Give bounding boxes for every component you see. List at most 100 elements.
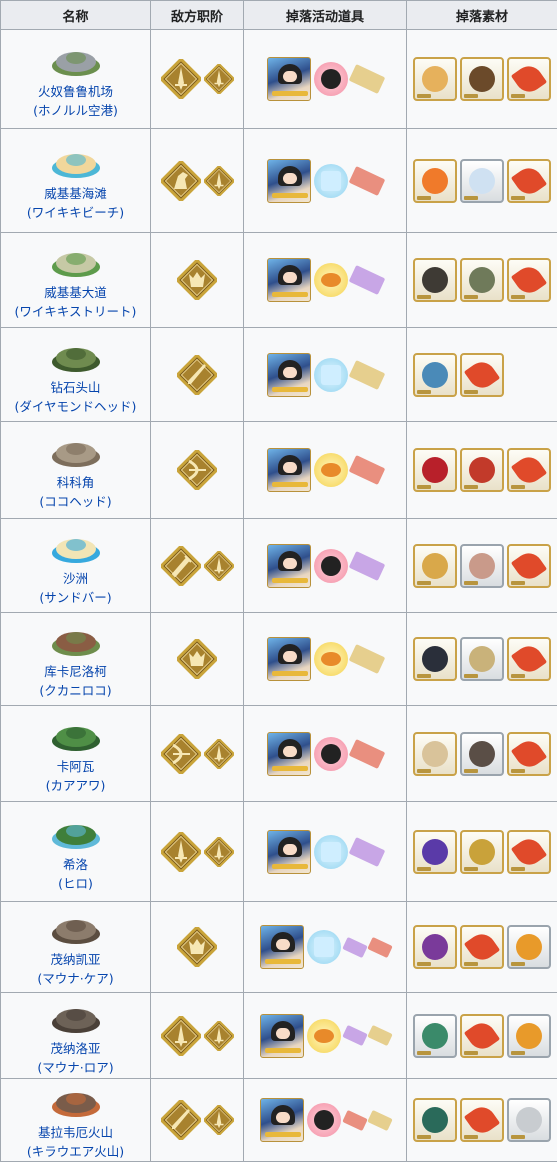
shell-material-icon[interactable] (460, 543, 504, 588)
horn-material-icon[interactable] (413, 57, 457, 101)
location-jp-name[interactable]: (ホノルル空港) (1, 101, 150, 120)
location-name[interactable]: 茂纳凯亚 (1, 950, 150, 969)
location-name[interactable]: 钻石头山 (1, 378, 150, 397)
feather-material-icon[interactable] (460, 925, 504, 969)
ticket-purple-icon (348, 550, 386, 581)
header-name[interactable]: 名称 (0, 0, 151, 30)
location-jp-name[interactable]: (ワイキキストリート) (1, 302, 150, 321)
feather-material-icon[interactable] (507, 258, 551, 302)
location-jp-name[interactable]: (ココヘッド) (1, 492, 150, 511)
location-name[interactable]: 威基基海滩 (1, 184, 150, 203)
materials-cell (406, 992, 557, 1079)
ticket-purple-icon (341, 936, 368, 958)
event-card-icon (267, 637, 311, 681)
location-cell: 威基基海滩 (ワイキキビーチ) (0, 128, 151, 233)
table-row: 沙洲 (サンドバー) (0, 518, 557, 613)
location-name[interactable]: 科科角 (1, 473, 150, 492)
location-cell: 威基基大道 (ワイキキストリート) (0, 232, 151, 328)
scroll-material-icon[interactable] (460, 57, 504, 101)
fang-material-icon[interactable] (460, 448, 504, 492)
materials-cell (406, 612, 557, 706)
location-name[interactable]: 卡阿瓦 (1, 757, 150, 776)
table-row: 茂纳凯亚 (マウナ·ケア) (0, 901, 557, 993)
location-name[interactable]: 茂纳洛亚 (1, 1039, 150, 1058)
ticket-purple-icon (348, 265, 386, 295)
gear-material-icon[interactable] (460, 637, 504, 681)
location-jp-name[interactable]: (マウナ·ロア) (1, 1058, 150, 1077)
feather-material-icon[interactable] (507, 543, 551, 588)
location-name[interactable]: 库卡尼洛柯 (1, 662, 150, 681)
disk-material-icon[interactable] (460, 258, 504, 302)
items-cell (243, 612, 407, 706)
event-card-icon (267, 731, 311, 776)
ticket-red-icon (366, 936, 393, 958)
table-row: 茂纳洛亚 (マウナ·ロア) (0, 992, 557, 1079)
feather-material-icon[interactable] (507, 731, 551, 776)
feather-material-icon[interactable] (507, 637, 551, 681)
heart-material-icon[interactable] (413, 829, 457, 874)
feather-material-icon[interactable] (460, 352, 504, 397)
feather-material-icon[interactable] (507, 57, 551, 101)
location-name[interactable]: 基拉韦厄火山 (1, 1123, 150, 1142)
blood-material-icon[interactable] (413, 448, 457, 492)
location-jp-name[interactable]: (カアアワ) (1, 776, 150, 795)
location-jp-name[interactable]: (ダイヤモンドヘッド) (1, 397, 150, 416)
claw-material-icon[interactable] (413, 637, 457, 681)
flower-material-icon[interactable] (507, 1013, 551, 1058)
saber-class-icon (203, 1105, 234, 1135)
location-jp-name[interactable]: (ヒロ) (1, 874, 150, 893)
vase-material-icon[interactable] (413, 731, 457, 776)
items-cell (243, 705, 407, 802)
flower-material-icon[interactable] (507, 925, 551, 969)
crystal-material-icon[interactable] (460, 158, 504, 203)
feather-material-icon[interactable] (507, 448, 551, 492)
bun-icon (306, 1018, 341, 1053)
table-row: 威基基海滩 (ワイキキビーチ) (0, 128, 557, 233)
flame-material-icon[interactable] (413, 158, 457, 203)
header-class[interactable]: 敌方职阶 (150, 0, 244, 30)
location-jp-name[interactable]: (クカニロコ) (1, 681, 150, 700)
feather-material-icon[interactable] (507, 158, 551, 203)
saber-class-icon (160, 1015, 201, 1056)
leaf-material-icon[interactable] (507, 1098, 551, 1142)
saber-class-icon (203, 836, 234, 867)
ticket-gold-icon (348, 64, 386, 94)
table-header-row: 名称 敌方职阶 掉落活动道具 掉落素材 (0, 0, 557, 30)
feather-material-icon[interactable] (460, 1013, 504, 1058)
location-cell: 希洛 (ヒロ) (0, 801, 151, 902)
lancer-class-icon (160, 1100, 201, 1140)
location-name[interactable]: 沙洲 (1, 569, 150, 588)
location-jp-name[interactable]: (サンドバー) (1, 588, 150, 607)
event-card-icon (259, 925, 304, 969)
class-cell (150, 901, 244, 993)
feather-material-icon[interactable] (507, 829, 551, 874)
cauldron-material-icon[interactable] (413, 258, 457, 302)
bell-material-icon[interactable] (460, 829, 504, 874)
feather-material-icon[interactable] (460, 1098, 504, 1142)
location-jp-name[interactable]: (マウナ·ケア) (1, 969, 150, 988)
hill-icon (51, 443, 100, 467)
rider-class-icon (160, 160, 201, 201)
waterfall-icon (51, 824, 100, 849)
materials-cell (406, 327, 557, 422)
header-materials[interactable]: 掉落素材 (406, 0, 557, 30)
location-jp-name[interactable]: (ワイキキビーチ) (1, 203, 150, 222)
stone-material-icon[interactable] (460, 731, 504, 776)
location-name[interactable]: 火奴鲁鲁机场 (1, 82, 150, 101)
jewel-material-icon[interactable] (413, 352, 457, 397)
location-cell: 茂纳凯亚 (マウナ·ケア) (0, 901, 151, 993)
location-name[interactable]: 希洛 (1, 855, 150, 874)
location-jp-name[interactable]: (キラウエア火山) (1, 1142, 150, 1161)
berserker-class-icon (177, 639, 217, 679)
ticket-gold-icon (366, 1024, 393, 1047)
table-row: 卡阿瓦 (カアアワ) (0, 705, 557, 802)
beach-icon (51, 153, 100, 178)
orb-material-icon[interactable] (413, 925, 457, 969)
location-name[interactable]: 威基基大道 (1, 283, 150, 302)
materials-cell (406, 801, 557, 902)
archer-class-icon (160, 733, 201, 774)
header-items[interactable]: 掉落活动道具 (243, 0, 407, 30)
lamp-material-icon[interactable] (413, 543, 457, 588)
seed-material-icon[interactable] (413, 1013, 457, 1058)
wing-material-icon[interactable] (413, 1098, 457, 1142)
